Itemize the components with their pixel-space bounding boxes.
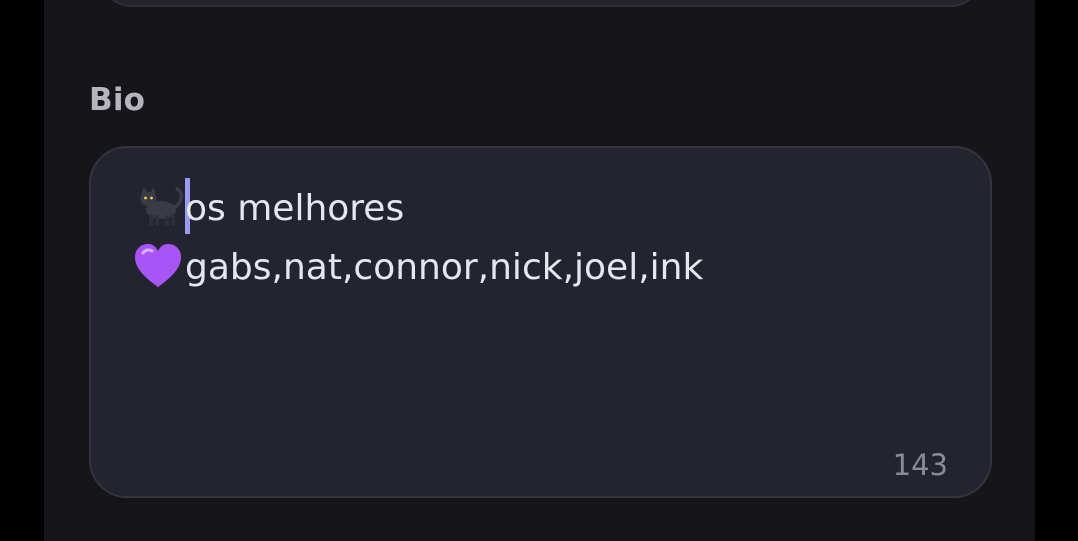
bio-line-1-text: os melhores bbox=[185, 188, 405, 229]
bio-textarea[interactable]: os melhores gabs,nat,connor,nick,joel,in… bbox=[89, 146, 992, 498]
previous-input-field[interactable] bbox=[101, 0, 981, 7]
cat-icon bbox=[140, 187, 183, 226]
purple-heart-icon bbox=[135, 244, 181, 287]
bio-line-2-text: gabs,nat,connor,nick,joel,ink bbox=[185, 247, 704, 288]
bio-text: os melhores gabs,nat,connor,nick,joel,in… bbox=[133, 178, 933, 298]
character-count: 143 bbox=[892, 448, 948, 482]
bio-line-2: gabs,nat,connor,nick,joel,ink bbox=[133, 238, 933, 298]
settings-panel: Bio os melhores gabs,nat,connor,nick,joe… bbox=[44, 0, 1035, 541]
bio-line-1: os melhores bbox=[133, 178, 933, 238]
bio-label: Bio bbox=[89, 82, 146, 118]
screen: Bio os melhores gabs,nat,connor,nick,joe… bbox=[0, 0, 1078, 541]
